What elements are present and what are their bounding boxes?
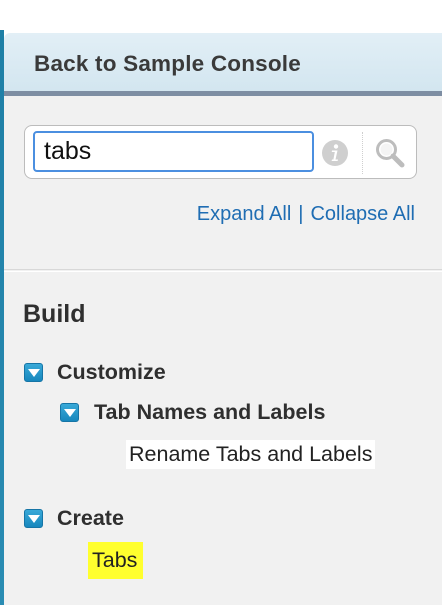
info-icon[interactable] — [321, 139, 349, 167]
magnifier-icon — [376, 139, 405, 168]
quick-find-input[interactable] — [33, 131, 314, 172]
create-collapse-toggle[interactable] — [24, 509, 43, 528]
setup-sidebar-page: Back to Sample Console tabs Expand All |… — [0, 0, 442, 605]
customize-collapse-toggle[interactable] — [24, 363, 43, 382]
quick-find-box — [24, 125, 417, 179]
search-button[interactable] — [365, 130, 415, 175]
tree-node-tab-names-and-labels[interactable]: Tab Names and Labels — [94, 400, 325, 425]
tree-node-create[interactable]: Create — [57, 506, 124, 531]
tree-node-customize[interactable]: Customize — [57, 360, 166, 385]
tree-controls-separator: | — [298, 203, 304, 225]
back-to-console-link[interactable]: Back to Sample Console — [34, 51, 301, 77]
header-divider — [4, 91, 442, 96]
section-divider — [4, 269, 442, 270]
setup-tree-panel: Back to Sample Console tabs Expand All |… — [4, 33, 442, 605]
collapse-all-link[interactable]: Collapse All — [310, 203, 415, 225]
search-divider — [362, 132, 363, 174]
expand-all-link[interactable]: Expand All — [197, 203, 292, 225]
tree-leaf-tabs[interactable]: Tabs — [88, 542, 144, 579]
chevron-down-icon — [28, 515, 40, 523]
chevron-down-icon — [28, 369, 40, 377]
chevron-down-icon — [64, 409, 76, 417]
tree-controls: Expand All | Collapse All — [197, 203, 415, 226]
section-divider-highlight — [4, 271, 442, 272]
tree-leaf-rename-tabs-and-labels[interactable]: Rename Tabs and Labels — [126, 440, 376, 469]
panel-header[interactable]: Back to Sample Console — [4, 33, 442, 91]
tab-names-collapse-toggle[interactable] — [60, 403, 79, 422]
build-section-heading: Build — [23, 300, 86, 328]
